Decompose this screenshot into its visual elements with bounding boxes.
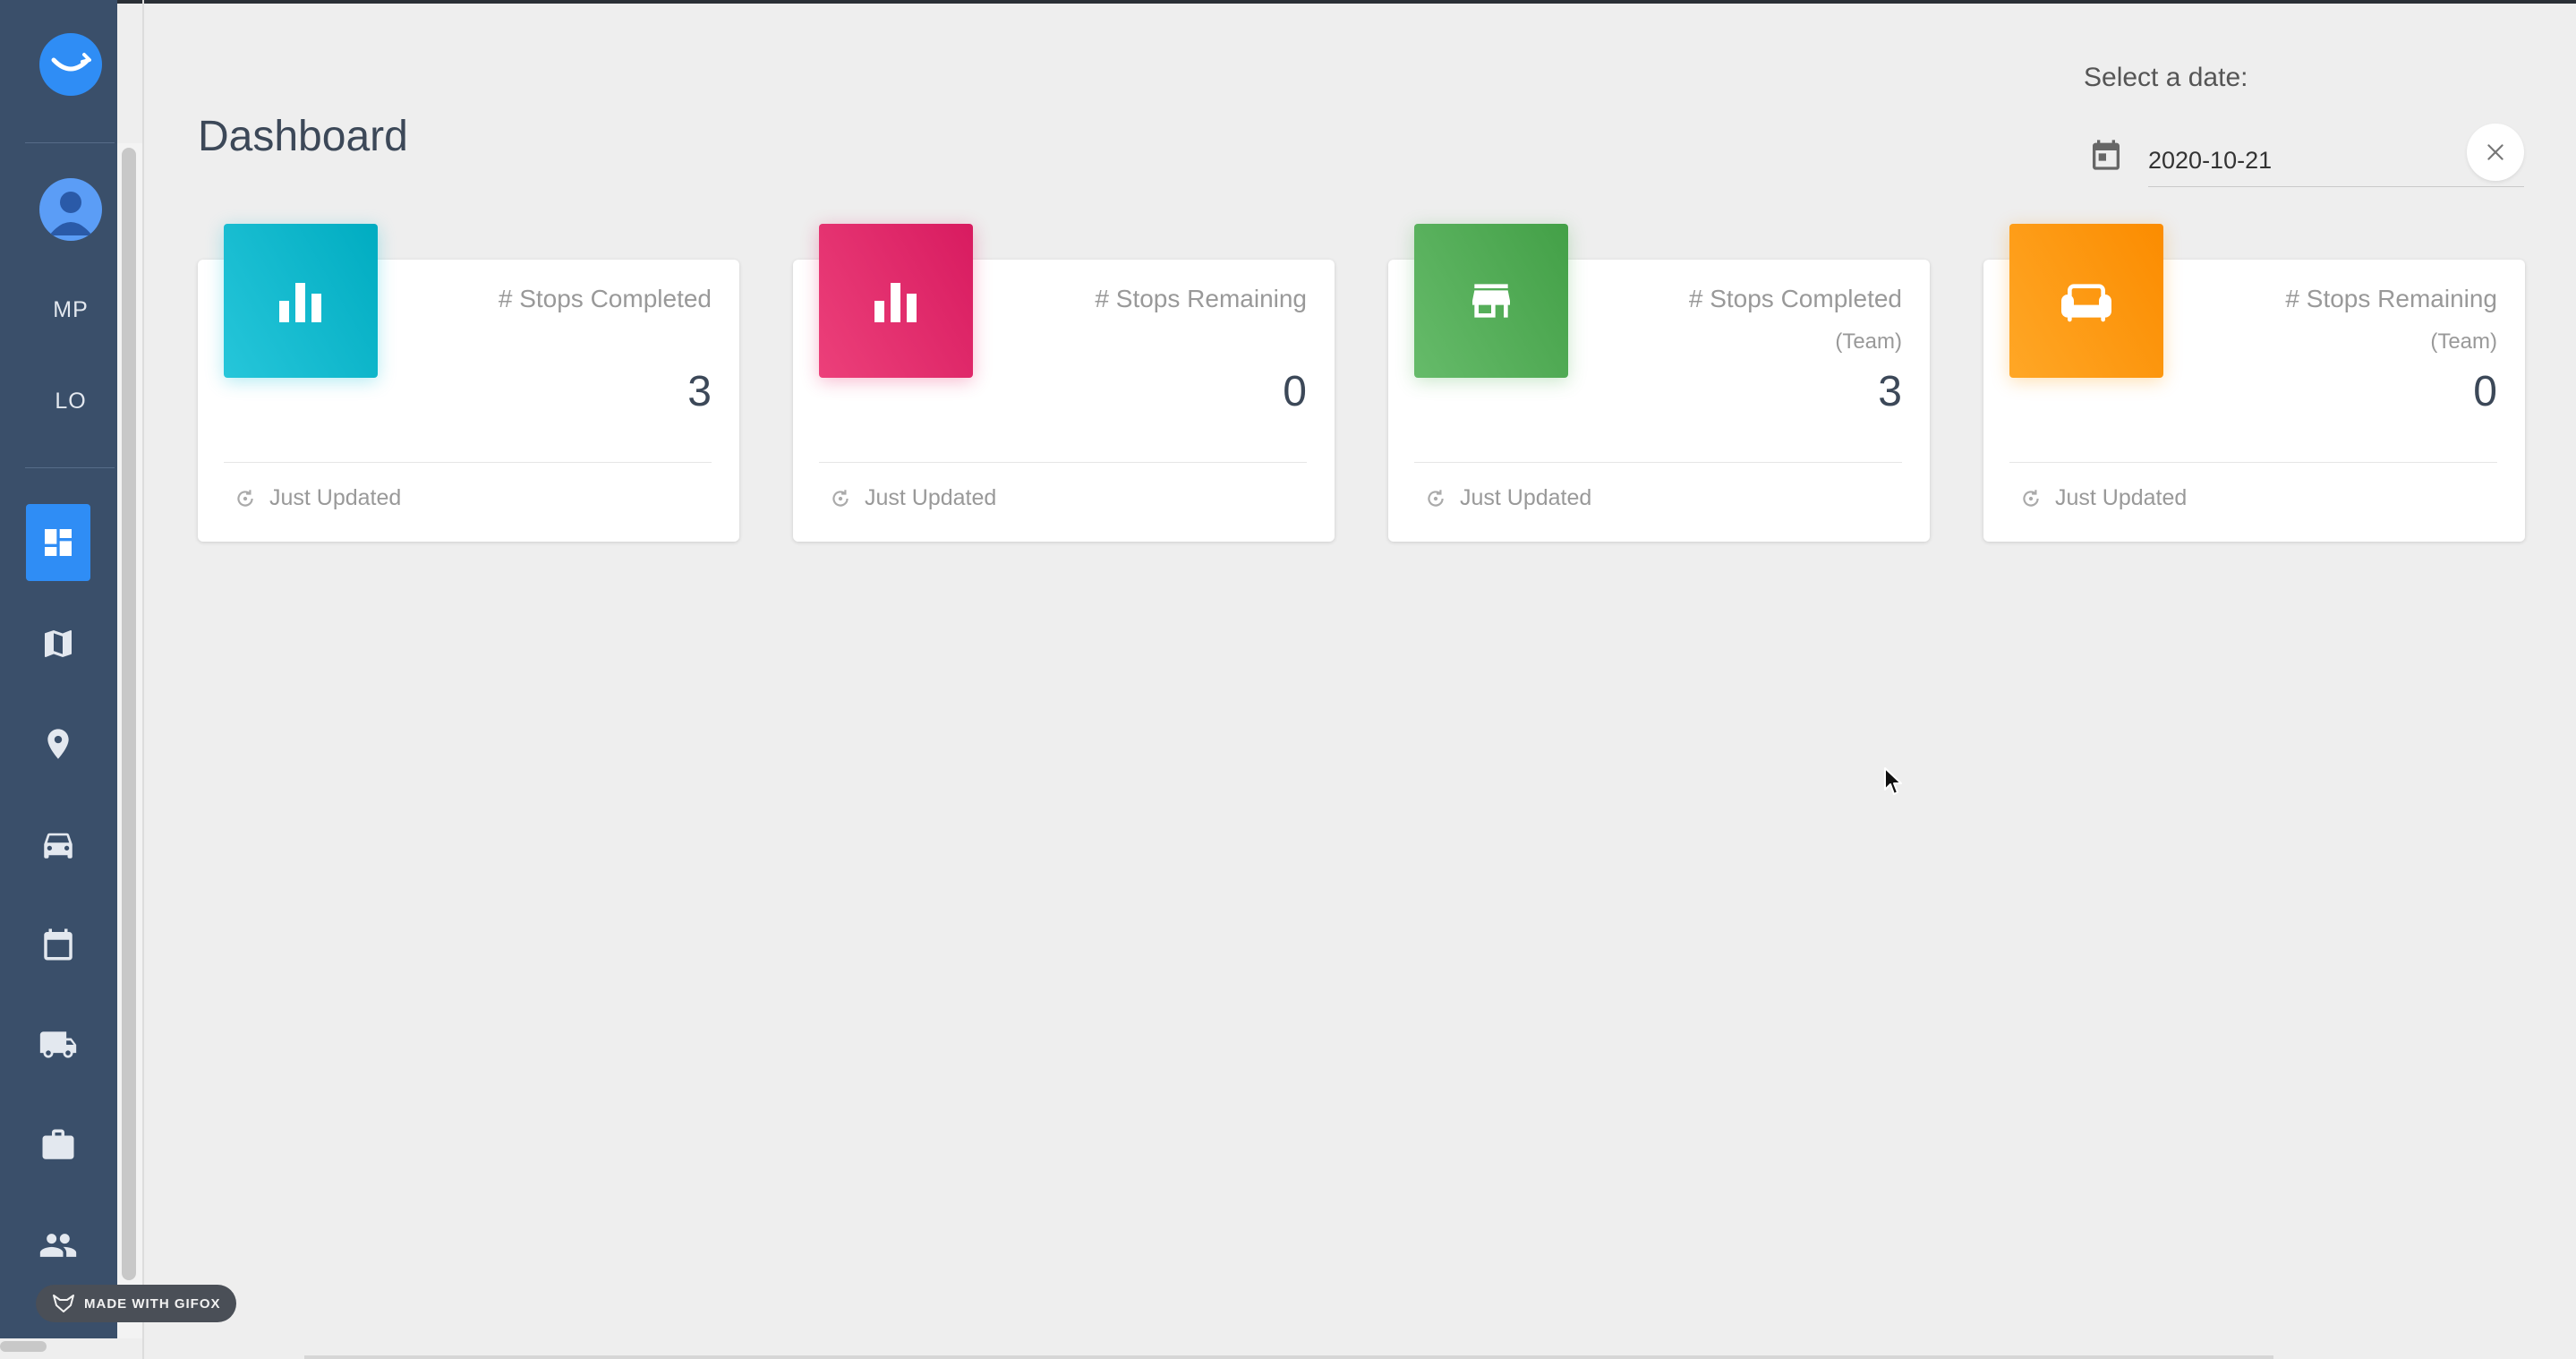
sidebar-scrollbar-thumb[interactable] — [122, 148, 136, 1280]
horizontal-scrollbar-thumb[interactable] — [0, 1341, 47, 1352]
nav-map[interactable] — [26, 605, 90, 682]
dashboard-icon — [45, 529, 72, 556]
couch-icon — [2061, 284, 2111, 322]
gifox-watermark: MADE WITH GIFOX — [36, 1285, 236, 1322]
map-icon — [45, 630, 72, 657]
card-footer: Just Updated — [234, 485, 401, 511]
card-title: # Stops Remaining — [2285, 285, 2497, 312]
mouse-cursor-icon — [1884, 767, 1902, 795]
stat-card-stops-remaining-team: # Stops Remaining (Team) 0 Just Updated — [1983, 224, 2525, 542]
card-divider — [819, 462, 1307, 463]
refresh-icon — [1428, 489, 1444, 507]
nav-team[interactable] — [26, 1207, 90, 1284]
card-value: 3 — [687, 368, 712, 415]
sidebar-edge — [142, 0, 144, 1359]
user-icon — [49, 192, 92, 235]
card-title: # Stops Completed — [498, 285, 712, 312]
nav-jobs[interactable] — [26, 1107, 90, 1184]
stat-card-stops-completed-team: # Stops Completed (Team) 3 Just Updated — [1388, 224, 1930, 542]
card-footer: Just Updated — [2019, 485, 2187, 511]
page-title: Dashboard — [198, 113, 408, 160]
card-icon-box — [819, 224, 973, 378]
card-value: 0 — [1283, 368, 1307, 415]
fox-logo-icon — [53, 1295, 74, 1312]
bar-chart-icon — [279, 283, 321, 322]
app-logo[interactable] — [39, 33, 102, 96]
card-footer-text: Just Updated — [269, 485, 402, 510]
calendar-icon[interactable] — [2088, 137, 2124, 173]
refresh-icon — [2023, 489, 2039, 507]
bottom-scroll-track — [304, 1355, 2273, 1359]
window-top-edge — [0, 0, 2576, 4]
card-value: 3 — [1878, 368, 1902, 415]
watermark-text: MADE WITH GIFOX — [84, 1295, 221, 1312]
card-title: # Stops Remaining — [1095, 285, 1307, 312]
date-picker-label: Select a date: — [2084, 63, 2248, 92]
card-divider — [2009, 462, 2497, 463]
location-pin-icon — [47, 729, 69, 759]
refresh-icon — [237, 489, 253, 507]
card-footer-text: Just Updated — [1460, 485, 1592, 510]
card-footer: Just Updated — [829, 485, 996, 511]
smile-logo-icon — [51, 53, 91, 72]
clear-date-button[interactable] — [2467, 124, 2524, 181]
calendar-icon — [44, 928, 73, 961]
card-footer-text: Just Updated — [2055, 485, 2188, 510]
user-initials-mp[interactable]: MP — [36, 297, 106, 323]
nav-calendar[interactable] — [26, 906, 90, 983]
card-value: 0 — [2473, 368, 2497, 415]
store-icon — [1472, 284, 1510, 318]
nav-vehicles[interactable] — [26, 806, 90, 883]
card-icon-box — [2009, 224, 2163, 378]
bar-chart-icon — [874, 283, 917, 322]
people-icon — [39, 1234, 77, 1257]
card-title: # Stops Completed — [1688, 285, 1902, 312]
refresh-icon — [832, 489, 849, 507]
card-divider — [1414, 462, 1902, 463]
stat-card-stops-remaining: # Stops Remaining 0 Just Updated — [793, 224, 1335, 542]
car-icon — [44, 833, 73, 859]
sidebar-divider — [25, 142, 115, 143]
card-footer: Just Updated — [1424, 485, 1591, 511]
sidebar: MP LO — [0, 0, 117, 1338]
card-icon-box — [224, 224, 378, 378]
nav-locations[interactable] — [26, 705, 90, 782]
card-subtitle: (Team) — [1835, 329, 1902, 354]
briefcase-icon — [42, 1129, 74, 1159]
stat-card-stops-completed: # Stops Completed 3 Just Updated — [198, 224, 739, 542]
card-footer-text: Just Updated — [865, 485, 997, 510]
user-avatar[interactable] — [39, 178, 102, 241]
card-icon-box — [1414, 224, 1568, 378]
card-subtitle: (Team) — [2430, 329, 2497, 354]
close-icon — [2487, 144, 2503, 160]
nav-dashboard[interactable] — [26, 504, 90, 581]
sidebar-divider — [25, 467, 115, 468]
card-divider — [224, 462, 712, 463]
user-initials-lo[interactable]: LO — [36, 389, 106, 415]
truck-icon — [39, 1031, 77, 1058]
nav-deliveries[interactable] — [26, 1006, 90, 1083]
